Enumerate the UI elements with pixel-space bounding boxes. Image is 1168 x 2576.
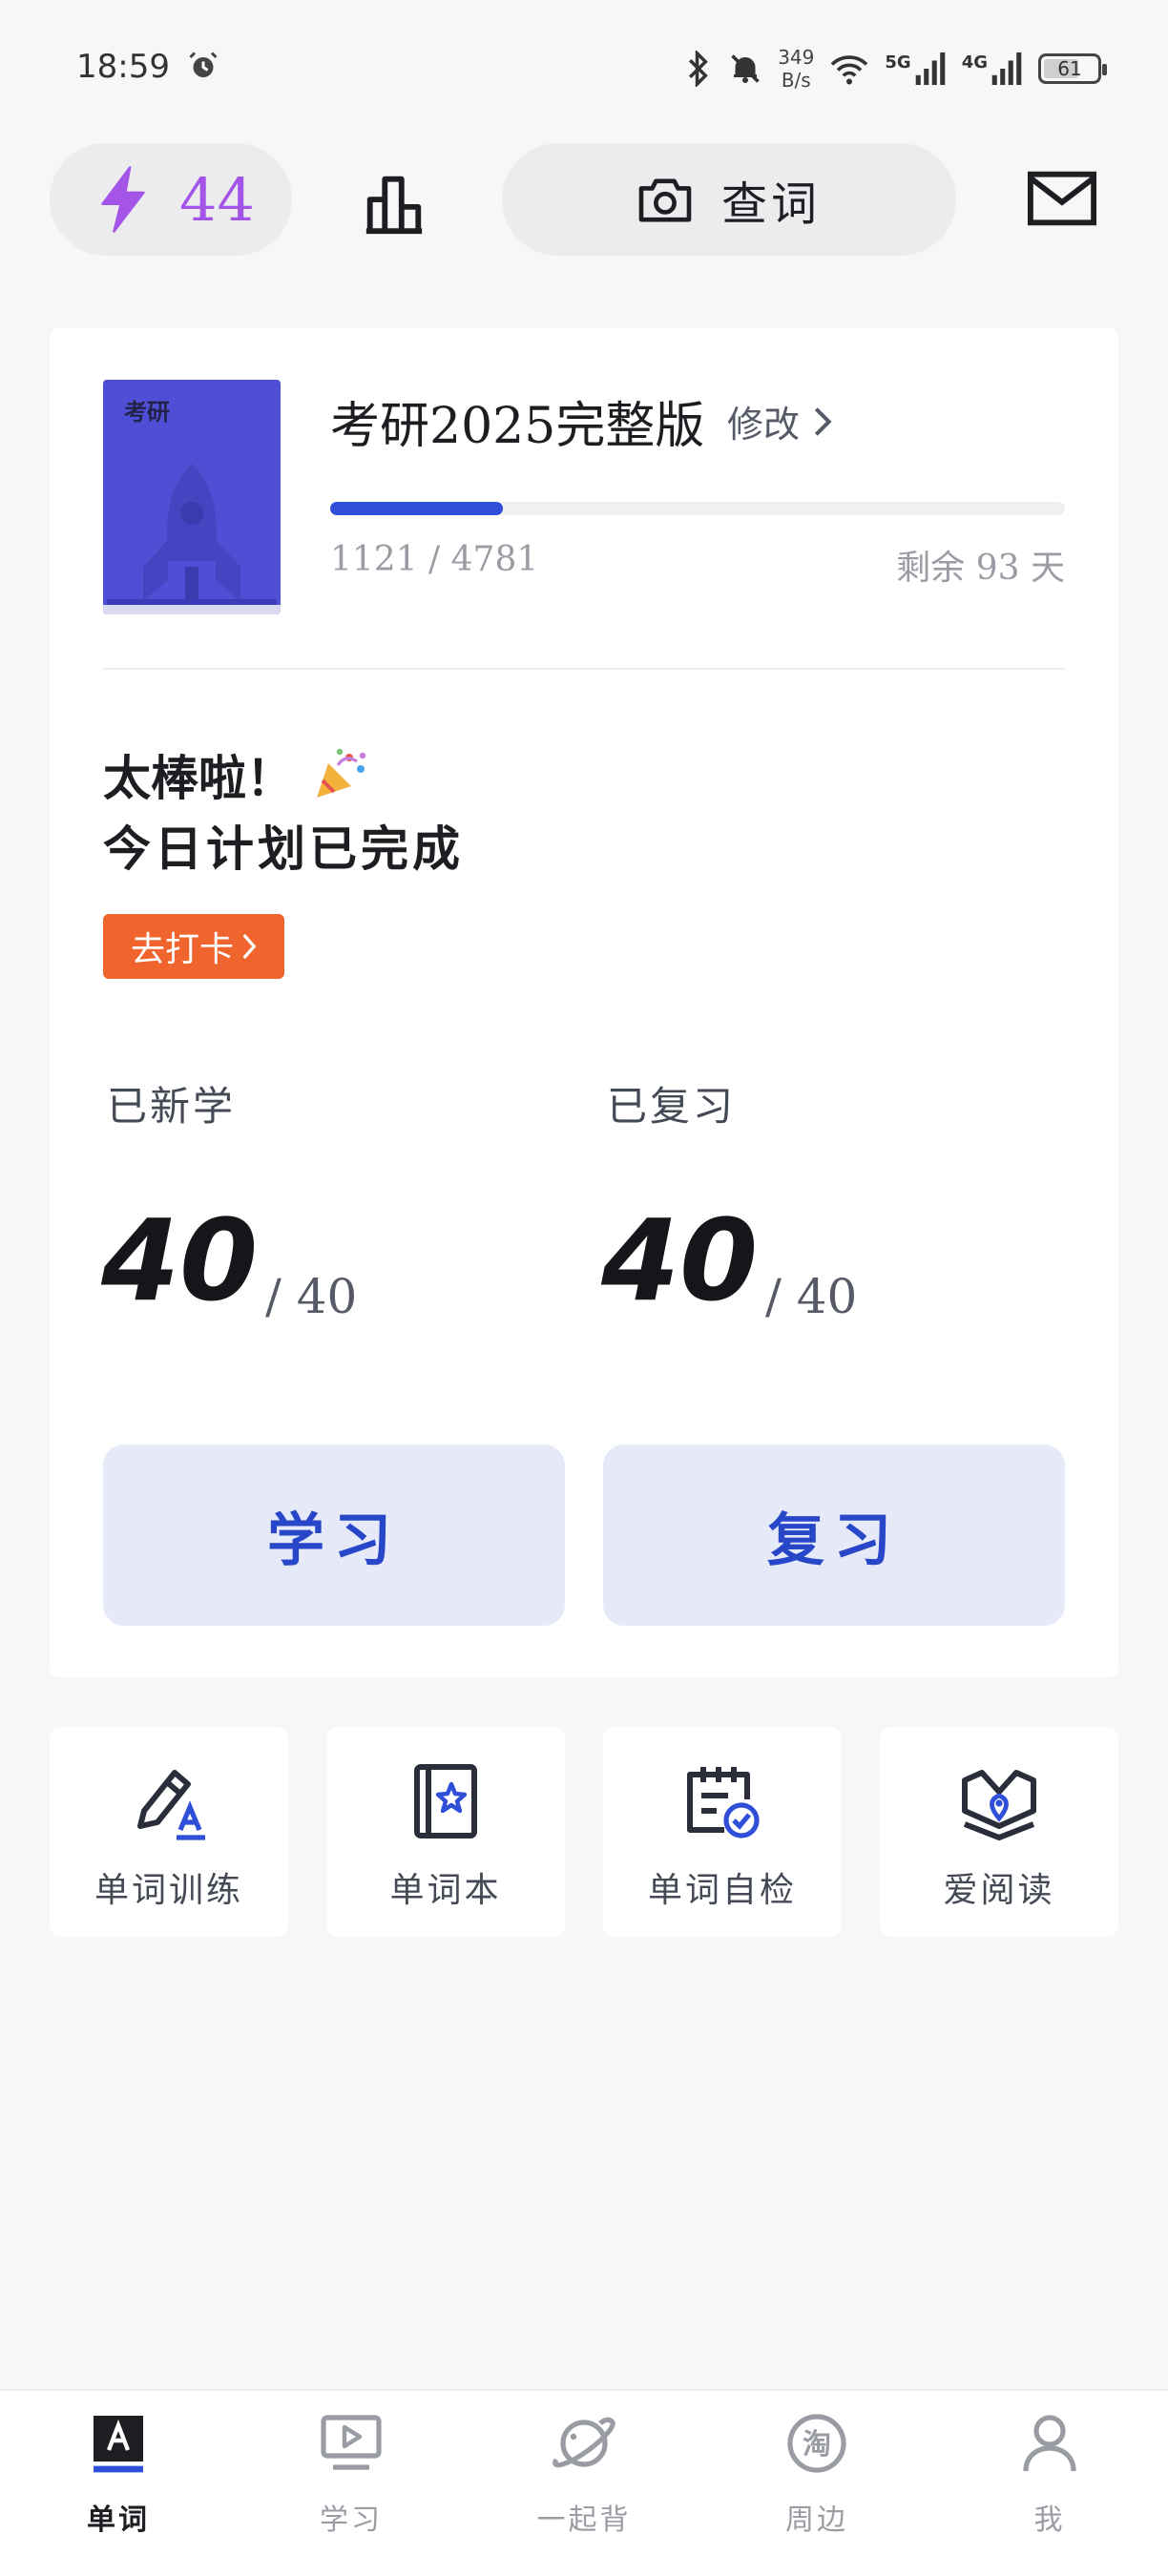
- mute-bell-icon: [731, 54, 760, 83]
- modify-book-link[interactable]: 修改: [727, 395, 832, 447]
- tool-label: 单词自检: [647, 1871, 797, 1910]
- book-title: 考研2025完整版: [330, 398, 705, 455]
- user-icon: [1023, 2415, 1076, 2472]
- battery-indicator: 61: [1038, 53, 1107, 84]
- tool-word-training[interactable]: 单词训练: [50, 1727, 288, 1937]
- nav-label: 单词: [87, 2503, 150, 2537]
- word-lookup-button[interactable]: 查词: [502, 143, 956, 256]
- rocket-icon: [143, 464, 240, 601]
- checkin-button[interactable]: 去打卡: [103, 914, 284, 979]
- checkin-label: 去打卡: [130, 930, 234, 969]
- nav-label: 学习: [320, 2503, 383, 2537]
- tool-label: 单词本: [389, 1871, 502, 1910]
- status-time: 18:59: [76, 48, 220, 86]
- divider: [103, 668, 1065, 670]
- nav-label: 周边: [785, 2503, 848, 2537]
- modify-label: 修改: [727, 404, 801, 446]
- progress-count: 1121 / 4781: [330, 540, 539, 579]
- pencil-letter-icon: [137, 1770, 205, 1840]
- wifi-icon: [831, 55, 868, 85]
- taobao-icon: 淘: [787, 2414, 846, 2473]
- chevron-right-icon: [814, 406, 832, 436]
- book-cover[interactable]: 考研: [103, 380, 281, 614]
- chevron-right-icon: [242, 933, 257, 960]
- tool-wordbook[interactable]: 单词本: [326, 1727, 565, 1937]
- congrats-text: 太棒啦！: [103, 751, 294, 806]
- svg-text:淘: 淘: [803, 2428, 831, 2462]
- nav-tab-together[interactable]: 一起背: [498, 2412, 670, 2538]
- nav-label: 一起背: [536, 2503, 632, 2537]
- reviewed-count: 40: [601, 1195, 759, 1326]
- tool-label: 单词训练: [94, 1871, 243, 1910]
- bluetooth-icon: [689, 51, 708, 87]
- learn-button[interactable]: 学习: [103, 1444, 565, 1626]
- video-screen-icon: [321, 2415, 382, 2470]
- mail-icon: [1027, 171, 1097, 226]
- letter-a-book-icon: [94, 2416, 143, 2473]
- signal-bars-icon: [915, 52, 945, 85]
- review-button[interactable]: 复习: [603, 1444, 1065, 1626]
- word-lookup-label: 查词: [720, 177, 821, 231]
- wordbook-star-icon: [414, 1764, 477, 1839]
- calendar-check-icon: [687, 1767, 760, 1839]
- tool-label: 爱阅读: [943, 1871, 1055, 1910]
- signal-bars-icon: [991, 52, 1022, 85]
- signal-4g: 4G: [962, 52, 1023, 85]
- bar-chart-icon: [365, 176, 423, 235]
- net-speed: 349 B/s: [778, 46, 815, 92]
- new-learned-count: 40: [101, 1195, 259, 1326]
- nav-tab-words[interactable]: 单词: [32, 2412, 204, 2538]
- party-popper-icon: [317, 748, 366, 798]
- new-learned-label: 已新学: [107, 1083, 237, 1130]
- nav-tab-me[interactable]: 我: [964, 2412, 1136, 2538]
- reviewed-total: / 40: [765, 1269, 858, 1324]
- mail-button[interactable]: [1027, 170, 1097, 227]
- open-book-icon: [962, 1770, 1036, 1841]
- camera-icon: [638, 178, 692, 222]
- congrats-heading: 太棒啦！: [103, 740, 368, 809]
- new-learned-total: / 40: [265, 1269, 358, 1324]
- nav-tab-study[interactable]: 学习: [265, 2412, 437, 2538]
- alarm-icon: [189, 52, 218, 77]
- book-progress-bar: [330, 502, 1065, 515]
- planet-icon: [553, 2417, 615, 2468]
- plan-complete-text: 今日计划已完成: [103, 821, 464, 877]
- energy-count: 44: [179, 164, 255, 235]
- status-indicators: 349 B/s 5G 4G 61: [684, 40, 1107, 97]
- signal-5g: 5G: [885, 52, 946, 85]
- lightning-icon: [101, 166, 145, 233]
- tool-reading[interactable]: 爱阅读: [880, 1727, 1118, 1937]
- ranking-button[interactable]: [361, 170, 428, 237]
- reviewed-label: 已复习: [607, 1083, 737, 1130]
- nav-tab-merch[interactable]: 淘 周边: [731, 2412, 903, 2538]
- book-progress-fill: [330, 502, 503, 515]
- days-left: 剩余 93 天: [896, 549, 1065, 588]
- energy-button[interactable]: 44: [50, 143, 292, 256]
- nav-label: 我: [1033, 2503, 1066, 2537]
- tool-word-selfcheck[interactable]: 单词自检: [603, 1727, 842, 1937]
